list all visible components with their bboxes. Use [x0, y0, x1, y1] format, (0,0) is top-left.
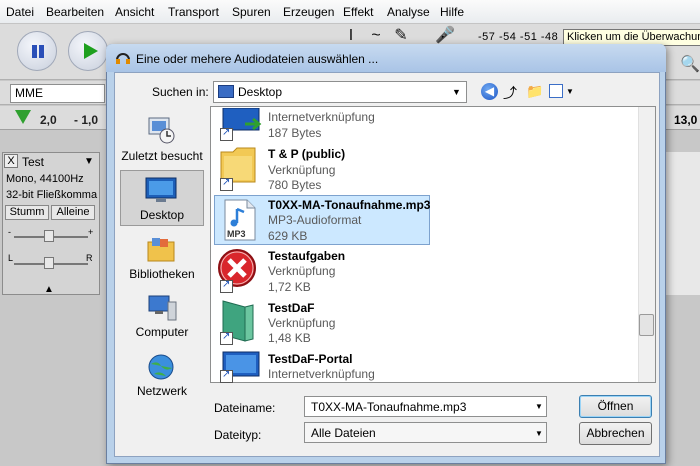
waveform-area[interactable] — [662, 152, 700, 295]
back-icon[interactable]: ◀ — [481, 83, 498, 100]
menu-analyse[interactable]: Analyse — [387, 5, 430, 19]
file-size: 629 KB — [268, 229, 308, 243]
chevron-down-icon[interactable]: ▼ — [535, 429, 543, 438]
gain-plus-label: + — [88, 227, 94, 237]
filename-input[interactable]: T0XX-MA-Tonaufnahme.mp3 — [304, 396, 547, 417]
file-type: Internetverknüpfung — [268, 367, 375, 381]
play-head-arrow-icon[interactable] — [15, 110, 31, 124]
file-list-scrollbar[interactable] — [638, 107, 655, 382]
solo-button[interactable]: Alleine — [51, 205, 95, 220]
selection-tool-icon[interactable]: I — [342, 26, 360, 46]
ruler-label: 13,0 — [674, 113, 698, 127]
chevron-down-icon[interactable]: ▼ — [452, 87, 461, 97]
pan-left-label: L — [8, 253, 14, 263]
track-close-button[interactable]: X — [4, 154, 18, 168]
envelope-tool-icon[interactable]: ~ — [367, 26, 385, 46]
menu-hilfe[interactable]: Hilfe — [440, 5, 464, 19]
file-size: 1,72 KB — [268, 280, 311, 294]
views-menu-icon[interactable] — [549, 84, 563, 98]
ruler-label: - 1,0 — [74, 113, 99, 127]
shortcut-overlay-icon — [220, 369, 233, 383]
mute-button[interactable]: Stumm — [5, 205, 49, 220]
menu-bar: Datei Bearbeiten Ansicht Transport Spure… — [0, 0, 700, 24]
file-type: MP3-Audioformat — [268, 213, 362, 227]
look-in-label: Suchen in: — [152, 85, 209, 99]
pan-slider-thumb[interactable] — [44, 257, 54, 269]
track-rate: Mono, 44100Hz — [6, 173, 84, 185]
scrollbar-thumb[interactable] — [639, 314, 654, 336]
menu-bearbeiten[interactable]: Bearbeiten — [46, 5, 104, 19]
mp3-badge: MP3 — [227, 229, 246, 239]
track-format: 32-bit Fließkomma — [6, 189, 98, 201]
recent-places-icon — [148, 117, 175, 144]
menu-spuren[interactable]: Spuren — [232, 5, 271, 19]
look-in-value: Desktop — [238, 85, 283, 99]
open-button[interactable]: Öffnen — [579, 395, 652, 418]
file-type: Verknüpfung — [268, 316, 336, 330]
file-name: T & P (public) — [268, 147, 346, 161]
computer-icon — [148, 295, 177, 321]
place-network[interactable]: Netzwerk — [120, 384, 204, 398]
record-meter-scale: -57 -54 -51 -48 — [478, 31, 559, 43]
desktop-icon — [218, 85, 234, 98]
place-recent[interactable]: Zuletzt besucht — [120, 149, 204, 163]
place-desktop[interactable]: Desktop — [120, 208, 204, 222]
new-folder-icon[interactable]: 📁 — [526, 83, 543, 100]
file-type: Internetverknüpfung — [268, 110, 375, 124]
cancel-button[interactable]: Abbrechen — [579, 422, 652, 445]
place-computer[interactable]: Computer — [120, 325, 204, 339]
menu-effekt[interactable]: Effekt — [343, 5, 373, 19]
filename-label: Dateiname: — [214, 401, 276, 415]
shortcut-overlay-icon — [220, 127, 233, 141]
file-type: Verknüpfung — [268, 264, 336, 278]
dialog-title: Eine oder mehere Audiodateien auswählen … — [136, 52, 379, 66]
file-size: 1,48 KB — [268, 331, 311, 345]
filetype-label: Dateityp: — [214, 428, 262, 442]
shortcut-overlay-icon — [220, 331, 233, 345]
menu-datei[interactable]: Datei — [6, 5, 34, 19]
file-size: 780 Bytes — [268, 178, 322, 192]
pan-right-label: R — [86, 253, 93, 263]
file-type: Verknüpfung — [268, 163, 336, 177]
menu-ansicht[interactable]: Ansicht — [115, 5, 154, 19]
track-menu-arrow-icon[interactable]: ▼ — [84, 156, 94, 167]
libraries-icon — [147, 238, 175, 262]
pause-button[interactable] — [17, 31, 57, 71]
gain-minus-label: - — [8, 227, 11, 237]
track-name[interactable]: Test — [22, 155, 44, 169]
shortcut-overlay-icon — [220, 177, 233, 191]
place-libraries[interactable]: Bibliotheken — [120, 267, 204, 281]
zoom-icon[interactable]: 🔍 — [680, 54, 700, 74]
filetype-select[interactable]: Alle Dateien — [304, 422, 547, 443]
chevron-down-icon[interactable]: ▼ — [535, 402, 543, 411]
collapse-icon[interactable]: ▲ — [44, 284, 54, 295]
gain-slider-thumb[interactable] — [44, 230, 54, 242]
shortcut-overlay-icon — [220, 279, 233, 293]
play-button[interactable] — [68, 31, 108, 71]
file-name: TestDaF — [268, 301, 315, 315]
menu-transport[interactable]: Transport — [168, 5, 219, 19]
audio-host-select[interactable]: MME — [10, 84, 105, 103]
network-icon — [148, 354, 174, 380]
menu-erzeugen[interactable]: Erzeugen — [283, 5, 334, 19]
file-size: 187 Bytes — [268, 126, 322, 140]
up-folder-icon[interactable]: ⤴ — [503, 83, 517, 103]
desktop-place-icon — [145, 177, 177, 202]
chevron-down-icon[interactable]: ▼ — [566, 87, 574, 96]
file-name: Testaufgaben — [268, 249, 346, 263]
draw-tool-icon[interactable]: ✎ — [392, 26, 410, 46]
headphones-icon — [116, 53, 130, 64]
microphone-icon[interactable]: 🎤 — [435, 26, 455, 46]
file-name: TestDaF-Portal — [268, 352, 353, 366]
file-name: T0XX-MA-Tonaufnahme.mp3 — [268, 198, 431, 212]
ruler-label: 2,0 — [40, 113, 57, 127]
